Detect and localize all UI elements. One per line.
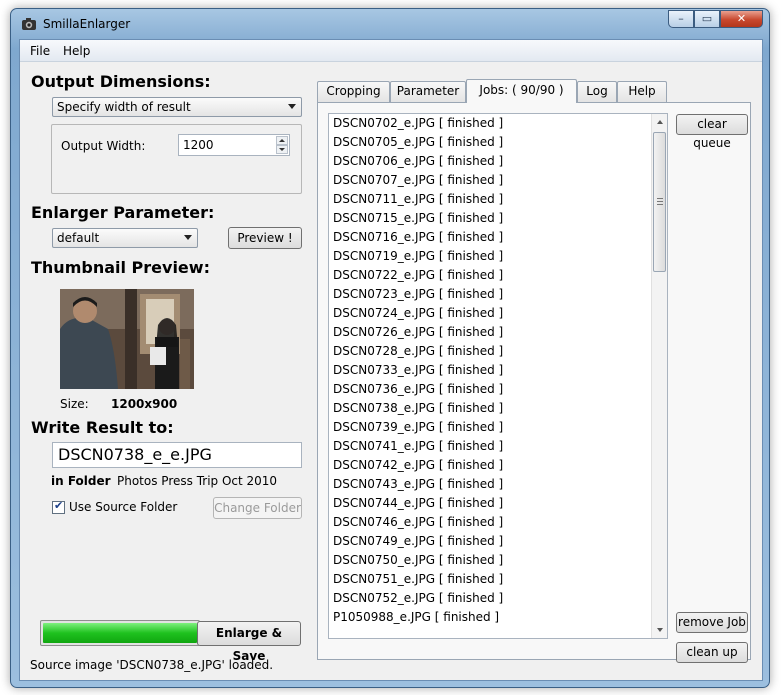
minimize-button[interactable]: – <box>668 10 694 28</box>
preview-button[interactable]: Preview ! <box>228 227 302 249</box>
output-width-input[interactable]: 1200 <box>178 134 290 156</box>
job-list-item[interactable]: DSCN0742_e.JPG [ finished ] <box>329 456 667 475</box>
enlarger-preset-select[interactable]: default <box>52 228 198 248</box>
job-list-item[interactable]: DSCN0750_e.JPG [ finished ] <box>329 551 667 570</box>
folder-value: Photos Press Trip Oct 2010 <box>117 474 278 488</box>
job-list-item[interactable]: DSCN0719_e.JPG [ finished ] <box>329 247 667 266</box>
app-window: SmillaEnlarger – ▭ ✕ File Help Output Di… <box>10 8 770 688</box>
menu-help[interactable]: Help <box>63 44 90 58</box>
output-mode-value: Specify width of result <box>57 100 191 114</box>
output-width-label: Output Width: <box>61 139 146 153</box>
job-list-item[interactable]: DSCN0715_e.JPG [ finished ] <box>329 209 667 228</box>
status-text: Source image 'DSCN0738_e.JPG' loaded. <box>30 658 274 672</box>
thumbnail-preview-heading: Thumbnail Preview: <box>31 258 210 277</box>
job-list-item[interactable]: DSCN0711_e.JPG [ finished ] <box>329 190 667 209</box>
maximize-icon: ▭ <box>701 12 713 25</box>
tab-help[interactable]: Help <box>617 81 667 102</box>
job-list-item[interactable]: DSCN0738_e.JPG [ finished ] <box>329 399 667 418</box>
menu-bar: File Help <box>20 40 762 62</box>
job-list-item[interactable]: DSCN0743_e.JPG [ finished ] <box>329 475 667 494</box>
tab-parameter[interactable]: Parameter <box>390 81 466 102</box>
jobs-pane: DSCN0702_e.JPG [ finished ] DSCN0705_e.JP… <box>317 102 751 663</box>
job-list-item[interactable]: DSCN0741_e.JPG [ finished ] <box>329 437 667 456</box>
use-source-folder-checkbox[interactable] <box>52 499 65 514</box>
job-list-item[interactable]: DSCN0707_e.JPG [ finished ] <box>329 171 667 190</box>
output-mode-select[interactable]: Specify width of result <box>52 97 302 117</box>
job-list-item[interactable]: DSCN0726_e.JPG [ finished ] <box>329 323 667 342</box>
close-icon: ✕ <box>736 12 747 25</box>
size-label: Size: <box>60 397 89 411</box>
job-list-scrollbar[interactable] <box>651 114 667 638</box>
enlarger-parameter-heading: Enlarger Parameter: <box>31 203 215 222</box>
job-list-item[interactable]: DSCN0706_e.JPG [ finished ] <box>329 152 667 171</box>
maximize-button[interactable]: ▭ <box>694 10 720 28</box>
use-source-folder-label: Use Source Folder <box>69 500 178 514</box>
job-list-item[interactable]: DSCN0751_e.JPG [ finished ] <box>329 570 667 589</box>
scroll-up-icon[interactable] <box>652 114 667 130</box>
job-list-item[interactable]: DSCN0733_e.JPG [ finished ] <box>329 361 667 380</box>
output-filename-input[interactable]: DSCN0738_e_e.JPG <box>52 442 302 468</box>
output-dimensions-heading: Output Dimensions: <box>31 72 211 91</box>
chevron-down-icon <box>288 104 296 109</box>
thumbnail-photo <box>60 289 194 389</box>
spin-down-icon[interactable] <box>276 145 288 154</box>
job-list-item[interactable]: DSCN0716_e.JPG [ finished ] <box>329 228 667 247</box>
write-result-heading: Write Result to: <box>31 418 174 437</box>
enlarge-save-button[interactable]: Enlarge & Save <box>197 621 301 663</box>
title-bar[interactable]: SmillaEnlarger – ▭ ✕ <box>11 9 769 39</box>
job-list-item[interactable]: P1050988_e.JPG [ finished ] <box>329 608 667 627</box>
job-list-item[interactable]: DSCN0702_e.JPG [ finished ] <box>329 114 667 133</box>
remove-job-button[interactable]: remove Job <box>676 612 748 633</box>
minimize-icon: – <box>678 12 684 25</box>
progress-bar <box>40 620 200 646</box>
job-list-item[interactable]: DSCN0752_e.JPG [ finished ] <box>329 589 667 608</box>
progress-fill <box>43 623 197 643</box>
output-filename-value: DSCN0738_e_e.JPG <box>58 445 212 464</box>
job-list-item[interactable]: DSCN0728_e.JPG [ finished ] <box>329 342 667 361</box>
clear-queue-button[interactable]: clear queue <box>676 114 748 150</box>
job-list-item[interactable]: DSCN0723_e.JPG [ finished ] <box>329 285 667 304</box>
size-value: 1200x900 <box>111 397 178 411</box>
chevron-down-icon <box>184 235 192 240</box>
close-button[interactable]: ✕ <box>720 10 763 28</box>
app-icon <box>22 18 36 30</box>
menu-file[interactable]: File <box>30 44 50 58</box>
job-list-item[interactable]: DSCN0739_e.JPG [ finished ] <box>329 418 667 437</box>
job-list-item[interactable]: DSCN0746_e.JPG [ finished ] <box>329 513 667 532</box>
window-title: SmillaEnlarger <box>43 17 131 31</box>
spin-up-icon[interactable] <box>276 136 288 145</box>
job-list-item[interactable]: DSCN0744_e.JPG [ finished ] <box>329 494 667 513</box>
clean-up-button[interactable]: clean up <box>676 642 748 663</box>
job-list-item[interactable]: DSCN0749_e.JPG [ finished ] <box>329 532 667 551</box>
client-area: File Help Output Dimensions: Specify wid… <box>19 39 763 681</box>
output-width-group: Output Width: 1200 <box>51 124 302 194</box>
output-width-value: 1200 <box>183 138 214 152</box>
scroll-down-icon[interactable] <box>652 622 667 638</box>
thumbnail-image <box>60 289 194 389</box>
change-folder-button[interactable]: Change Folder <box>213 497 302 519</box>
enlarger-preset-value: default <box>57 231 100 245</box>
job-list[interactable]: DSCN0702_e.JPG [ finished ] DSCN0705_e.JP… <box>328 113 668 639</box>
job-list-item[interactable]: DSCN0722_e.JPG [ finished ] <box>329 266 667 285</box>
job-list-item[interactable]: DSCN0736_e.JPG [ finished ] <box>329 380 667 399</box>
tab-jobs[interactable]: Jobs: ( 90/90 ) <box>466 79 577 103</box>
tab-log[interactable]: Log <box>577 81 617 102</box>
tab-cropping[interactable]: Cropping <box>317 81 390 102</box>
job-list-item[interactable]: DSCN0724_e.JPG [ finished ] <box>329 304 667 323</box>
grip-icon <box>657 198 663 205</box>
job-list-item[interactable]: DSCN0705_e.JPG [ finished ] <box>329 133 667 152</box>
in-folder-label: in Folder <box>51 474 111 488</box>
scroll-thumb[interactable] <box>653 132 666 272</box>
